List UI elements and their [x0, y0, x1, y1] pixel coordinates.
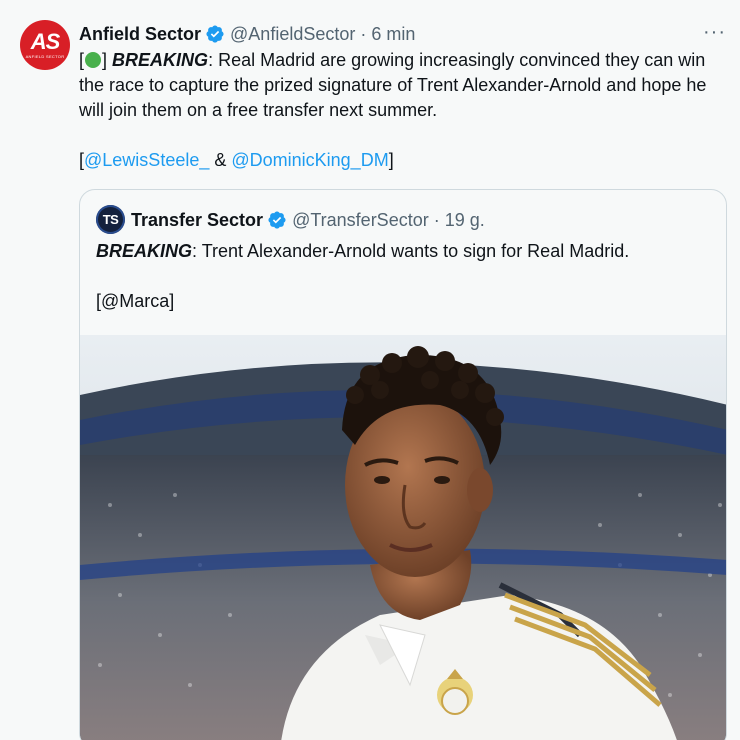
- green-circle-emoji-icon: [85, 52, 102, 68]
- player-photo-illustration: [80, 335, 726, 740]
- author-handle[interactable]: @AnfieldSector: [230, 24, 355, 45]
- more-options-icon[interactable]: ···: [703, 22, 726, 42]
- quoted-author-avatar[interactable]: TS: [96, 205, 125, 234]
- tweet[interactable]: AS ANFIELD SECTOR Anfield Sector @Anfiel…: [0, 0, 740, 740]
- tweet-paragraph-main: [] BREAKING: Real Madrid are growing inc…: [79, 48, 729, 123]
- quoted-timestamp[interactable]: 19 g.: [445, 210, 485, 231]
- author-name[interactable]: Anfield Sector: [79, 24, 201, 45]
- quoted-main-text: : Trent Alexander-Arnold wants to sign f…: [192, 241, 630, 261]
- quoted-header-separator: ·: [433, 209, 440, 230]
- quoted-tweet-header: Transfer Sector @TransferSector · 19 g.: [131, 206, 485, 234]
- breaking-label: BREAKING: [112, 50, 209, 70]
- avatar-logo-text: AS: [30, 29, 61, 54]
- source-bracket-close: ]: [388, 150, 394, 170]
- quoted-breaking-label: BREAKING: [96, 241, 193, 261]
- avatar-logo-subtext: ANFIELD SECTOR: [25, 54, 65, 59]
- quoted-tweet-photo[interactable]: [80, 335, 726, 740]
- quoted-tweet-text: BREAKING: Trent Alexander-Arnold wants t…: [96, 239, 712, 314]
- bracket-close: ]: [102, 50, 108, 70]
- bracket-open: [: [79, 50, 85, 70]
- mention-dominicking-link[interactable]: @DominicKing_DM: [231, 150, 388, 170]
- verified-badge-icon: [205, 24, 225, 44]
- tweet-header: Anfield Sector @AnfieldSector · 6 min: [79, 20, 728, 48]
- tweet-text: [] BREAKING: Real Madrid are growing inc…: [79, 48, 729, 173]
- quoted-source: [@Marca]: [96, 291, 175, 311]
- tweet-timestamp[interactable]: 6 min: [371, 24, 415, 45]
- quoted-tweet-card[interactable]: TS Transfer Sector @TransferSector · 19 …: [79, 189, 727, 740]
- quoted-author-name[interactable]: Transfer Sector: [131, 210, 263, 231]
- tweet-paragraph-source: [@LewisSteele_ & @DominicKing_DM]: [79, 148, 729, 173]
- quoted-author-handle[interactable]: @TransferSector: [292, 210, 429, 231]
- mention-lewissteele-link[interactable]: @LewisSteele_: [84, 150, 209, 170]
- mention-ampersand: &: [209, 150, 232, 170]
- header-separator: ·: [360, 23, 367, 44]
- quoted-verified-badge-icon: [267, 210, 287, 230]
- author-avatar[interactable]: AS ANFIELD SECTOR: [20, 20, 70, 70]
- quoted-paragraph-main: BREAKING: Trent Alexander-Arnold wants t…: [96, 239, 712, 264]
